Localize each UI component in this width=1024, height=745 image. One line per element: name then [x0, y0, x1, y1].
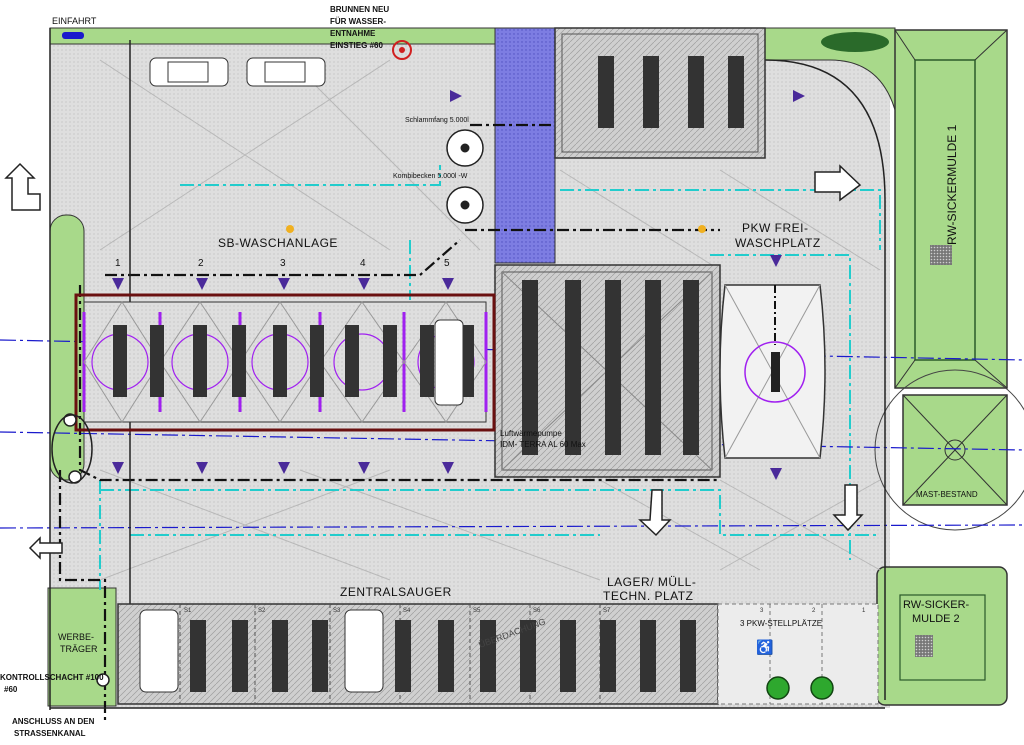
water-channel: [494, 27, 556, 264]
bay-number: 2: [198, 258, 204, 269]
label-brunnen-3: ENTNAHME: [330, 29, 376, 38]
vac-number: S6: [533, 608, 541, 614]
vac-number: S2: [258, 608, 266, 614]
label-werbe-2: TRÄGER: [60, 644, 98, 654]
label-brunnen-2: FÜR WASSER-: [330, 17, 386, 26]
label-brunnen-1: BRUNNEN NEU: [330, 5, 389, 14]
bay-number: 1: [115, 258, 121, 269]
bay-number: 3: [280, 258, 286, 269]
label-mast-bestand: MAST-BESTAND: [916, 490, 978, 499]
vac-number: S5: [473, 608, 481, 614]
label-zentralsauger: ZENTRALSAUGER: [340, 585, 452, 599]
tree-canopy: [821, 32, 889, 52]
label-sb-waschanlage: SB-WASCHANLAGE: [218, 236, 338, 250]
vac-number: S4: [403, 608, 411, 614]
light-marker: [286, 225, 294, 233]
label-luftwaerme-2: IDM- TERRA AL 60 Max: [500, 440, 586, 449]
label-sickermulde-2b: MULDE 2: [912, 613, 960, 625]
site-plan: ♿ EINFAHRT BRUNNEN NEU FÜR WASSER- ENTNA…: [0, 0, 1024, 745]
label-anschluss-1: ANSCHLUSS AN DEN: [12, 717, 95, 726]
label-pkw-frei-1: PKW FREI-: [742, 221, 809, 235]
label-lager-1: LAGER/ MÜLL-: [607, 575, 696, 589]
label-sickermulde-1: RW-SICKERMULDE 1: [945, 124, 959, 245]
label-lager-2: TECHN. PLATZ: [603, 589, 693, 603]
label-luftwaerme-1: Luftwärmepumpe: [500, 429, 562, 438]
label-anschluss-2: STRASSENKANAL: [14, 729, 86, 738]
label-pkw-frei-2: WASCHPLATZ: [735, 236, 821, 250]
label-werbe-1: WERBE-: [58, 632, 94, 642]
light-marker: [698, 225, 706, 233]
label-kombibecken: Kombibecken 5.000l -W: [393, 173, 468, 180]
free-wash-bay: [719, 284, 826, 459]
label-einfahrt: EINFAHRT: [52, 16, 97, 26]
label-kontroll-1: KONTROLLSCHACHT #100: [0, 673, 104, 682]
vac-number: S7: [603, 608, 611, 614]
label-brunnen-4: EINSTIEG #60: [330, 41, 383, 50]
vac-number: S1: [184, 608, 192, 614]
vac-number: S3: [333, 608, 341, 614]
sb-waschanlage: [74, 293, 496, 432]
roof-building-top: [554, 27, 766, 159]
accessible-icon: ♿: [756, 639, 773, 656]
sickermulde-2: [876, 566, 1008, 706]
bay-number: 4: [360, 258, 366, 269]
label-schlammfang: Schlammfang 5.000l: [405, 117, 469, 124]
vacuum-bays: [117, 603, 719, 705]
label-sickermulde-2a: RW-SICKER-: [903, 599, 970, 611]
bay-number: 5: [444, 258, 450, 269]
entrance-marker: [62, 32, 84, 39]
label-kontroll-2: #60: [4, 685, 18, 694]
label-stellplaetze: 3 PKW-STELLPLÄTZE: [740, 619, 822, 628]
